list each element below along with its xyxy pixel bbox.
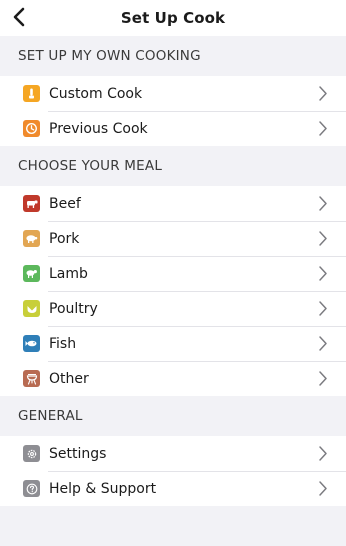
chevron-right-icon bbox=[319, 231, 327, 246]
chicken-icon bbox=[23, 300, 40, 317]
list-item-lamb[interactable]: Lamb bbox=[0, 256, 346, 291]
chevron-right-icon bbox=[319, 336, 327, 351]
back-button[interactable] bbox=[6, 4, 32, 30]
chevron-right-icon bbox=[319, 121, 327, 136]
question-icon bbox=[23, 480, 40, 497]
list-item-fish[interactable]: Fish bbox=[0, 326, 346, 361]
page-title: Set Up Cook bbox=[120, 9, 226, 27]
chevron-left-icon bbox=[13, 7, 25, 27]
list-item-label: Lamb bbox=[49, 265, 88, 282]
section-header-general: GENERAL bbox=[0, 396, 346, 436]
list-item-settings[interactable]: Settings bbox=[0, 436, 346, 471]
custom-cook-icon bbox=[23, 85, 40, 102]
list-item-label: Poultry bbox=[49, 300, 98, 317]
section-header-own-cooking: SET UP MY OWN COOKING bbox=[0, 36, 346, 76]
chevron-right-icon bbox=[319, 481, 327, 496]
list-item-label: Beef bbox=[49, 195, 81, 212]
general-list: Settings Help & Support bbox=[0, 436, 346, 506]
list-item-label: Settings bbox=[49, 445, 107, 462]
list-item-label: Pork bbox=[49, 230, 80, 247]
list-item-label: Help & Support bbox=[49, 480, 157, 497]
meal-list: Beef Pork Lamb Poultry Fish Other bbox=[0, 186, 346, 396]
list-item-poultry[interactable]: Poultry bbox=[0, 291, 346, 326]
chevron-right-icon bbox=[319, 86, 327, 101]
pig-icon bbox=[23, 230, 40, 247]
section-header-choose-meal: CHOOSE YOUR MEAL bbox=[0, 146, 346, 186]
list-item-label: Previous Cook bbox=[49, 120, 148, 137]
list-item-label: Fish bbox=[49, 335, 77, 352]
own-cooking-list: Custom Cook Previous Cook bbox=[0, 76, 346, 146]
list-item-pork[interactable]: Pork bbox=[0, 221, 346, 256]
chevron-right-icon bbox=[319, 446, 327, 461]
list-item-other[interactable]: Other bbox=[0, 361, 346, 396]
cow-icon bbox=[23, 195, 40, 212]
grill-icon bbox=[23, 370, 40, 387]
chevron-right-icon bbox=[319, 266, 327, 281]
bottom-spacer bbox=[0, 506, 346, 546]
list-item-label: Custom Cook bbox=[49, 85, 143, 102]
fish-icon bbox=[23, 335, 40, 352]
top-bar: Set Up Cook bbox=[0, 0, 346, 36]
list-item-help-support[interactable]: Help & Support bbox=[0, 471, 346, 506]
list-item-beef[interactable]: Beef bbox=[0, 186, 346, 221]
chevron-right-icon bbox=[319, 371, 327, 386]
list-item-previous-cook[interactable]: Previous Cook bbox=[0, 111, 346, 146]
gear-icon bbox=[23, 445, 40, 462]
clock-history-icon bbox=[23, 120, 40, 137]
chevron-right-icon bbox=[319, 196, 327, 211]
list-item-label: Other bbox=[49, 370, 89, 387]
chevron-right-icon bbox=[319, 301, 327, 316]
sheep-icon bbox=[23, 265, 40, 282]
list-item-custom-cook[interactable]: Custom Cook bbox=[0, 76, 346, 111]
